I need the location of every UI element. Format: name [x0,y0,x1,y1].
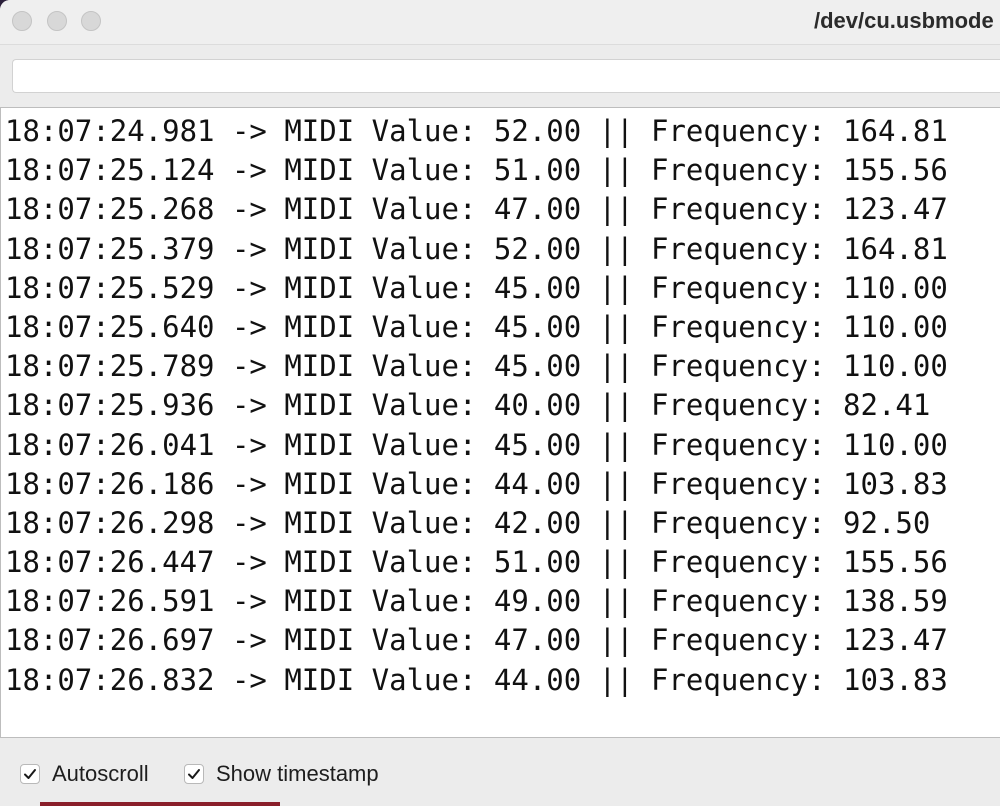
show-timestamp-checkbox[interactable] [184,764,204,784]
window-title: /dev/cu.usbmode [814,8,994,33]
serial-output-lines: 18:07:24.981 -> MIDI Value: 52.00 || Fre… [5,112,948,700]
send-bar [0,45,1000,107]
checkmark-icon [24,769,36,779]
serial-output-area[interactable]: 18:07:24.981 -> MIDI Value: 52.00 || Fre… [0,107,1000,738]
output-line: 18:07:26.041 -> MIDI Value: 45.00 || Fre… [5,427,948,462]
output-line: 18:07:26.298 -> MIDI Value: 42.00 || Fre… [5,505,931,540]
checkmark-icon [188,769,200,779]
output-line: 18:07:25.936 -> MIDI Value: 40.00 || Fre… [5,388,931,423]
autoscroll-label: Autoscroll [52,761,149,786]
title-bar: /dev/cu.usbmode [0,0,1000,45]
autoscroll-checkbox[interactable] [20,764,40,784]
output-line: 18:07:26.447 -> MIDI Value: 51.00 || Fre… [5,545,948,580]
output-line: 18:07:26.591 -> MIDI Value: 49.00 || Fre… [5,584,948,619]
output-line: 18:07:25.268 -> MIDI Value: 47.00 || Fre… [5,192,948,227]
desktop-background-strip [40,802,280,806]
close-window-button[interactable] [12,11,32,31]
minimize-window-button[interactable] [47,11,67,31]
autoscroll-option[interactable]: Autoscroll [20,761,149,786]
serial-monitor-window: /dev/cu.usbmode 18:07:24.981 -> MIDI Val… [0,0,1000,806]
output-line: 18:07:26.832 -> MIDI Value: 44.00 || Fre… [5,662,948,697]
output-line: 18:07:25.124 -> MIDI Value: 51.00 || Fre… [5,153,948,188]
output-line: 18:07:25.529 -> MIDI Value: 45.00 || Fre… [5,270,948,305]
output-line: 18:07:26.186 -> MIDI Value: 44.00 || Fre… [5,466,948,501]
show-timestamp-option[interactable]: Show timestamp [184,761,379,786]
serial-send-input[interactable] [12,59,1000,93]
show-timestamp-label: Show timestamp [216,761,379,786]
footer-bar: Autoscroll Show timestamp [0,738,1000,806]
zoom-window-button[interactable] [81,11,101,31]
output-line: 18:07:25.640 -> MIDI Value: 45.00 || Fre… [5,309,948,344]
output-line: 18:07:25.789 -> MIDI Value: 45.00 || Fre… [5,349,948,384]
output-line: 18:07:24.981 -> MIDI Value: 52.00 || Fre… [5,114,948,148]
output-line: 18:07:25.379 -> MIDI Value: 52.00 || Fre… [5,231,948,266]
output-line: 18:07:26.697 -> MIDI Value: 47.00 || Fre… [5,623,948,658]
